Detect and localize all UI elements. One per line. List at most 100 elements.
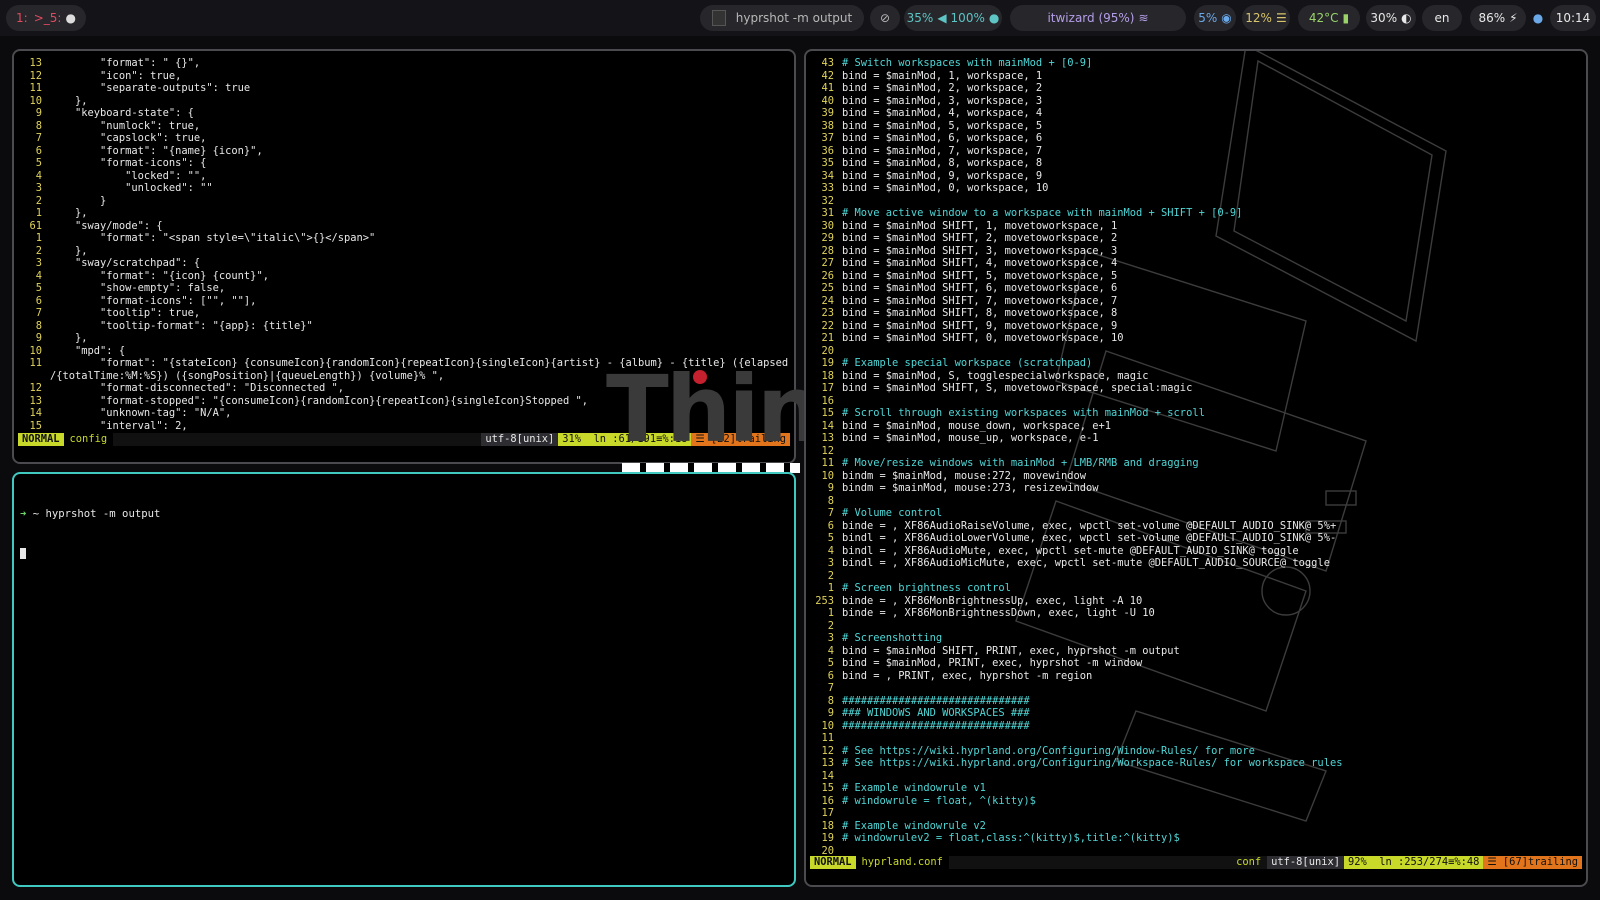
code-line[interactable]: 31 # Move active window to a workspace wi…	[812, 207, 1580, 220]
code-line[interactable]: 11	[812, 732, 1580, 745]
code-line[interactable]: 35 bind = $mainMod, 8, workspace, 8	[812, 157, 1580, 170]
code-line[interactable]: 9 },	[20, 332, 788, 345]
code-line[interactable]: 34 bind = $mainMod, 9, workspace, 9	[812, 170, 1580, 183]
code-line[interactable]: 7 # Volume control	[812, 507, 1580, 520]
code-line[interactable]: 26 bind = $mainMod SHIFT, 5, movetoworksp…	[812, 270, 1580, 283]
code-line[interactable]: 15 # Scroll through existing workspaces w…	[812, 407, 1580, 420]
code-line[interactable]: 42 bind = $mainMod, 1, workspace, 1	[812, 70, 1580, 83]
keyboard-layout[interactable]: en	[1422, 5, 1462, 31]
code-line[interactable]: 5 bind = $mainMod, PRINT, exec, hyprshot …	[812, 657, 1580, 670]
code-line[interactable]: 9 ### WINDOWS AND WORKSPACES ###	[812, 707, 1580, 720]
code-line[interactable]: 38 bind = $mainMod, 5, workspace, 5	[812, 120, 1580, 133]
code-line[interactable]: 18 bind = $mainMod, S, togglespecialworks…	[812, 370, 1580, 383]
temperature-module[interactable]: 42°C ▮	[1298, 5, 1360, 31]
code-line[interactable]: 12 "icon": true,	[20, 70, 788, 83]
code-line[interactable]: 28 bind = $mainMod SHIFT, 3, movetoworksp…	[812, 245, 1580, 258]
backlight-module[interactable]: 30% ◐	[1366, 5, 1416, 31]
code-line[interactable]: 12 # See https://wiki.hyprland.org/Config…	[812, 745, 1580, 758]
code-line[interactable]: 30 bind = $mainMod SHIFT, 1, movetoworksp…	[812, 220, 1580, 233]
code-line[interactable]: 8 "numlock": true,	[20, 120, 788, 133]
code-line[interactable]: 33 bind = $mainMod, 0, workspace, 10	[812, 182, 1580, 195]
terminal-output[interactable]: ➜ ~ hyprshot -m output	[20, 482, 160, 586]
code-line[interactable]: 43 # Switch workspaces with mainMod + [0-…	[812, 57, 1580, 70]
code-line[interactable]: 6 "format": "{name} {icon}",	[20, 145, 788, 158]
code-line[interactable]: 3 "unlocked": ""	[20, 182, 788, 195]
code-line[interactable]: 9 bindm = $mainMod, mouse:273, resizewind…	[812, 482, 1580, 495]
code-line[interactable]: 4 "locked": "",	[20, 170, 788, 183]
idle-inhibitor-button[interactable]: ⊘	[870, 5, 900, 31]
code-line[interactable]: 24 bind = $mainMod SHIFT, 7, movetoworksp…	[812, 295, 1580, 308]
code-line[interactable]: 20	[812, 345, 1580, 358]
code-line[interactable]: 14 bind = $mainMod, mouse_down, workspace…	[812, 420, 1580, 433]
code-line[interactable]: 253 binde = , XF86MonBrightnessUp, exec, …	[812, 595, 1580, 608]
code-line[interactable]: 2 },	[20, 245, 788, 258]
code-line[interactable]: 32	[812, 195, 1580, 208]
workspace-5-button[interactable]: 5:	[50, 11, 62, 25]
code-line[interactable]: 16	[812, 395, 1580, 408]
code-line[interactable]: 17	[812, 807, 1580, 820]
code-line[interactable]: 23 bind = $mainMod SHIFT, 8, movetoworksp…	[812, 307, 1580, 320]
code-line[interactable]: 27 bind = $mainMod SHIFT, 4, movetoworksp…	[812, 257, 1580, 270]
code-line[interactable]: 13 bind = $mainMod, mouse_up, workspace, …	[812, 432, 1580, 445]
editor-buffer[interactable]: 43 # Switch workspaces with mainMod + [0-…	[812, 57, 1580, 857]
code-line[interactable]: 61 "sway/mode": {	[20, 220, 788, 233]
code-line[interactable]: 37 bind = $mainMod, 6, workspace, 6	[812, 132, 1580, 145]
network-module[interactable]: itwizard (95%) ≋	[1010, 5, 1186, 31]
code-line[interactable]: 6 binde = , XF86AudioRaiseVolume, exec, w…	[812, 520, 1580, 533]
code-line[interactable]: 19 # windowrulev2 = float,class:^(kitty)$…	[812, 832, 1580, 845]
code-line[interactable]: 13 # See https://wiki.hyprland.org/Config…	[812, 757, 1580, 770]
code-line[interactable]: 21 bind = $mainMod SHIFT, 0, movetoworksp…	[812, 332, 1580, 345]
code-line[interactable]: 10 ##############################	[812, 720, 1580, 733]
code-line[interactable]: 39 bind = $mainMod, 4, workspace, 4	[812, 107, 1580, 120]
code-line[interactable]: 2	[812, 620, 1580, 633]
workspace-1-button[interactable]: 1:	[16, 11, 28, 25]
code-line[interactable]: 6 "format-icons": ["", ""],	[20, 295, 788, 308]
code-line[interactable]: 7 "tooltip": true,	[20, 307, 788, 320]
memory-module[interactable]: 12% ☰	[1242, 5, 1290, 31]
code-line[interactable]: 7 "capslock": true,	[20, 132, 788, 145]
code-line[interactable]: 14	[812, 770, 1580, 783]
code-line[interactable]: 3 bindl = , XF86AudioMicMute, exec, wpctl…	[812, 557, 1580, 570]
code-line[interactable]: 18 # Example windowrule v2	[812, 820, 1580, 833]
clock[interactable]: 10:14	[1550, 5, 1596, 31]
code-line[interactable]: 36 bind = $mainMod, 7, workspace, 7	[812, 145, 1580, 158]
code-line[interactable]: 4 bind = $mainMod SHIFT, PRINT, exec, hyp…	[812, 645, 1580, 658]
code-line[interactable]: 8 ##############################	[812, 695, 1580, 708]
code-line[interactable]: 9 "keyboard-state": {	[20, 107, 788, 120]
workspace-switcher[interactable]: 1: >_ 5: ●	[6, 5, 86, 31]
code-line[interactable]: 10 bindm = $mainMod, mouse:272, movewindo…	[812, 470, 1580, 483]
code-line[interactable]: 3 "sway/scratchpad": {	[20, 257, 788, 270]
code-line[interactable]: 1 },	[20, 207, 788, 220]
code-line[interactable]: 22 bind = $mainMod SHIFT, 9, movetoworksp…	[812, 320, 1580, 333]
code-line[interactable]: 8	[812, 495, 1580, 508]
code-line[interactable]: 13 "format": " {}",	[20, 57, 788, 70]
code-line[interactable]: 19 # Example special workspace (scratchpa…	[812, 357, 1580, 370]
code-line[interactable]: 17 bind = $mainMod SHIFT, S, movetoworksp…	[812, 382, 1580, 395]
terminal-pane[interactable]: ➜ ~ hyprshot -m output	[12, 472, 796, 887]
code-line[interactable]: 7	[812, 682, 1580, 695]
active-window-title[interactable]: hyprshot -m output	[700, 5, 864, 31]
code-line[interactable]: 5 "format-icons": {	[20, 157, 788, 170]
code-line[interactable]: 15 # Example windowrule v1	[812, 782, 1580, 795]
code-line[interactable]: 5 "show-empty": false,	[20, 282, 788, 295]
code-line[interactable]: 40 bind = $mainMod, 3, workspace, 3	[812, 95, 1580, 108]
tray-icon[interactable]: ●	[1528, 5, 1548, 31]
code-line[interactable]: 10 },	[20, 95, 788, 108]
code-line[interactable]: 11 # Move/resize windows with mainMod + L…	[812, 457, 1580, 470]
code-line[interactable]: 1 binde = , XF86MonBrightnessDown, exec, …	[812, 607, 1580, 620]
code-line[interactable]: 29 bind = $mainMod SHIFT, 2, movetoworksp…	[812, 232, 1580, 245]
code-line[interactable]: 41 bind = $mainMod, 2, workspace, 2	[812, 82, 1580, 95]
cpu-module[interactable]: 5% ◉	[1194, 5, 1236, 31]
code-line[interactable]: 11 "separate-outputs": true	[20, 82, 788, 95]
code-line[interactable]: 12	[812, 445, 1580, 458]
code-line[interactable]: 1 "format": "<span style=\"italic\">{}</…	[20, 232, 788, 245]
battery-module[interactable]: 86% ⚡	[1470, 5, 1526, 31]
code-line[interactable]: 3 # Screenshotting	[812, 632, 1580, 645]
code-line[interactable]: 2 }	[20, 195, 788, 208]
code-line[interactable]: 4 "format": "{icon} {count}",	[20, 270, 788, 283]
audio-module[interactable]: 35% ◀ 100% ●	[904, 5, 1002, 31]
editor-pane-hyprland-conf[interactable]: 43 # Switch workspaces with mainMod + [0-…	[804, 49, 1588, 887]
code-line[interactable]: 4 bindl = , XF86AudioMute, exec, wpctl se…	[812, 545, 1580, 558]
code-line[interactable]: 16 # windowrule = float, ^(kitty)$	[812, 795, 1580, 808]
code-line[interactable]: 25 bind = $mainMod SHIFT, 6, movetoworksp…	[812, 282, 1580, 295]
